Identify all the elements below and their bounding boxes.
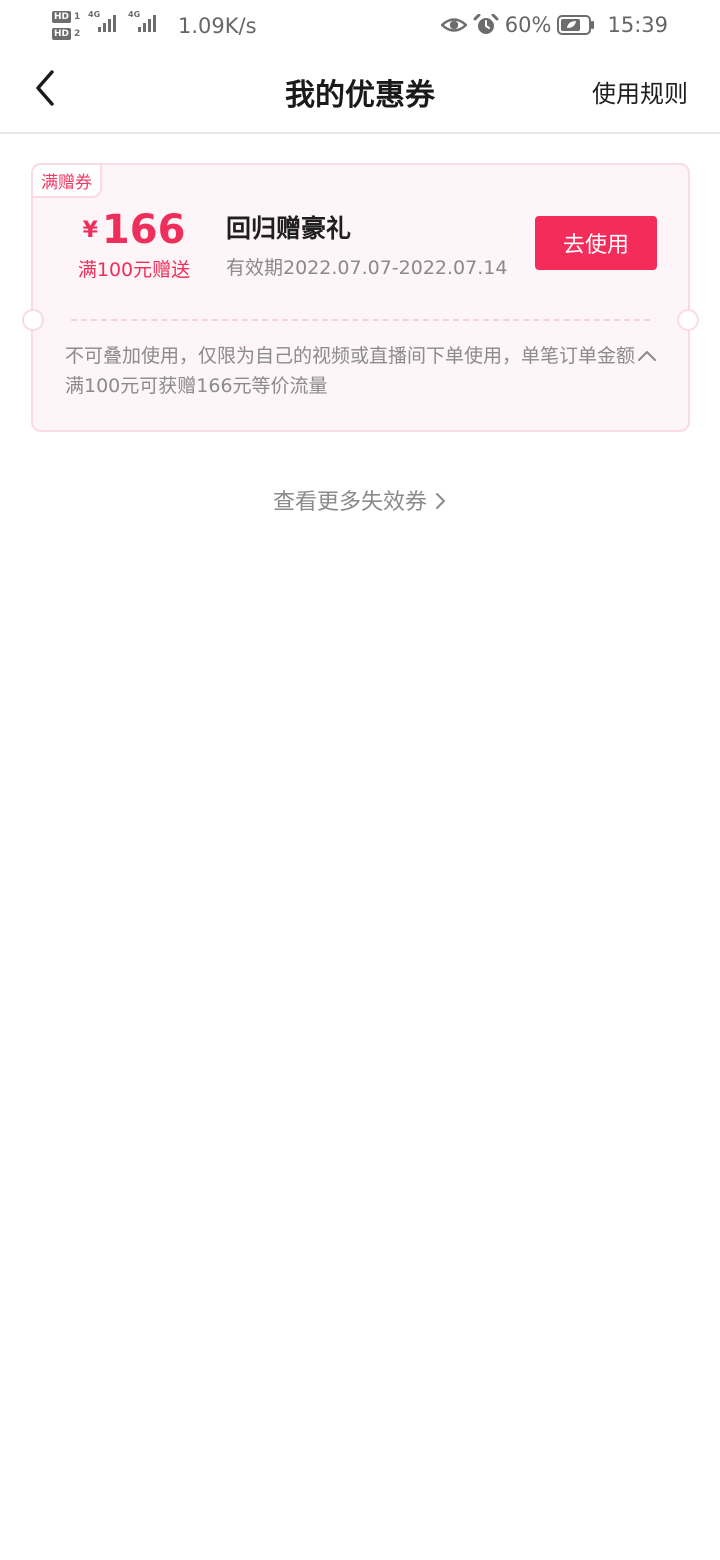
battery-percent: 60% bbox=[504, 13, 552, 37]
sim2-slot: 2 bbox=[74, 28, 81, 39]
dashed-divider bbox=[71, 319, 650, 321]
battery-leaf-icon bbox=[557, 15, 595, 35]
app-header: 我的优惠券 使用规则 bbox=[0, 52, 720, 134]
more-expired-label: 查看更多失效券 bbox=[272, 490, 427, 515]
status-bar: HD 1 HD 2 4G 4G 1.09K/s 60% 15:39 bbox=[0, 0, 720, 52]
card-notch-right bbox=[677, 309, 699, 331]
use-coupon-button[interactable]: 去使用 bbox=[535, 216, 657, 270]
coupon-card: 满赠券 ¥166 满100元赠送 回归赠豪礼 有效期2022.07.07-202… bbox=[22, 163, 699, 432]
sim1-slot: 1 bbox=[74, 11, 81, 22]
sim-indicators: HD 1 HD 2 bbox=[52, 8, 82, 42]
coupon-threshold: 满100元赠送 bbox=[77, 259, 191, 281]
currency-symbol: ¥ bbox=[82, 218, 98, 243]
coupon-description: 不可叠加使用，仅限为自己的视频或直播间下单使用，单笔订单金额满100元可获赠16… bbox=[65, 345, 636, 397]
coupon-amount-line: ¥166 bbox=[69, 207, 199, 253]
coupon-validity: 有效期2022.07.07-2022.07.14 bbox=[226, 257, 508, 279]
coupon-amount: 166 bbox=[101, 207, 186, 253]
sim2-hd-badge: HD bbox=[52, 27, 72, 40]
coupon-amount-block: ¥166 满100元赠送 bbox=[69, 207, 199, 282]
card-notch-left bbox=[22, 309, 44, 331]
signal-icon-2: 4G bbox=[128, 10, 156, 32]
sim1-hd-badge: HD bbox=[52, 10, 72, 23]
clock: 15:39 bbox=[607, 13, 668, 37]
chevron-right-icon bbox=[436, 493, 445, 509]
chevron-up-icon[interactable] bbox=[636, 345, 658, 367]
network-type-1: 4G bbox=[88, 10, 101, 19]
coupon-name: 回归赠豪礼 bbox=[226, 214, 352, 243]
signal-icon-1: 4G bbox=[88, 10, 116, 32]
network-type-2: 4G bbox=[128, 10, 141, 19]
status-right: 60% 15:39 bbox=[440, 9, 668, 41]
eye-icon bbox=[440, 18, 467, 32]
coupon-type-tag: 满赠券 bbox=[31, 163, 102, 198]
usage-rules-link[interactable]: 使用规则 bbox=[592, 74, 688, 109]
more-expired-coupons-link[interactable]: 查看更多失效券 bbox=[0, 484, 720, 516]
alarm-icon bbox=[473, 14, 499, 34]
network-speed: 1.09K/s bbox=[178, 14, 257, 38]
